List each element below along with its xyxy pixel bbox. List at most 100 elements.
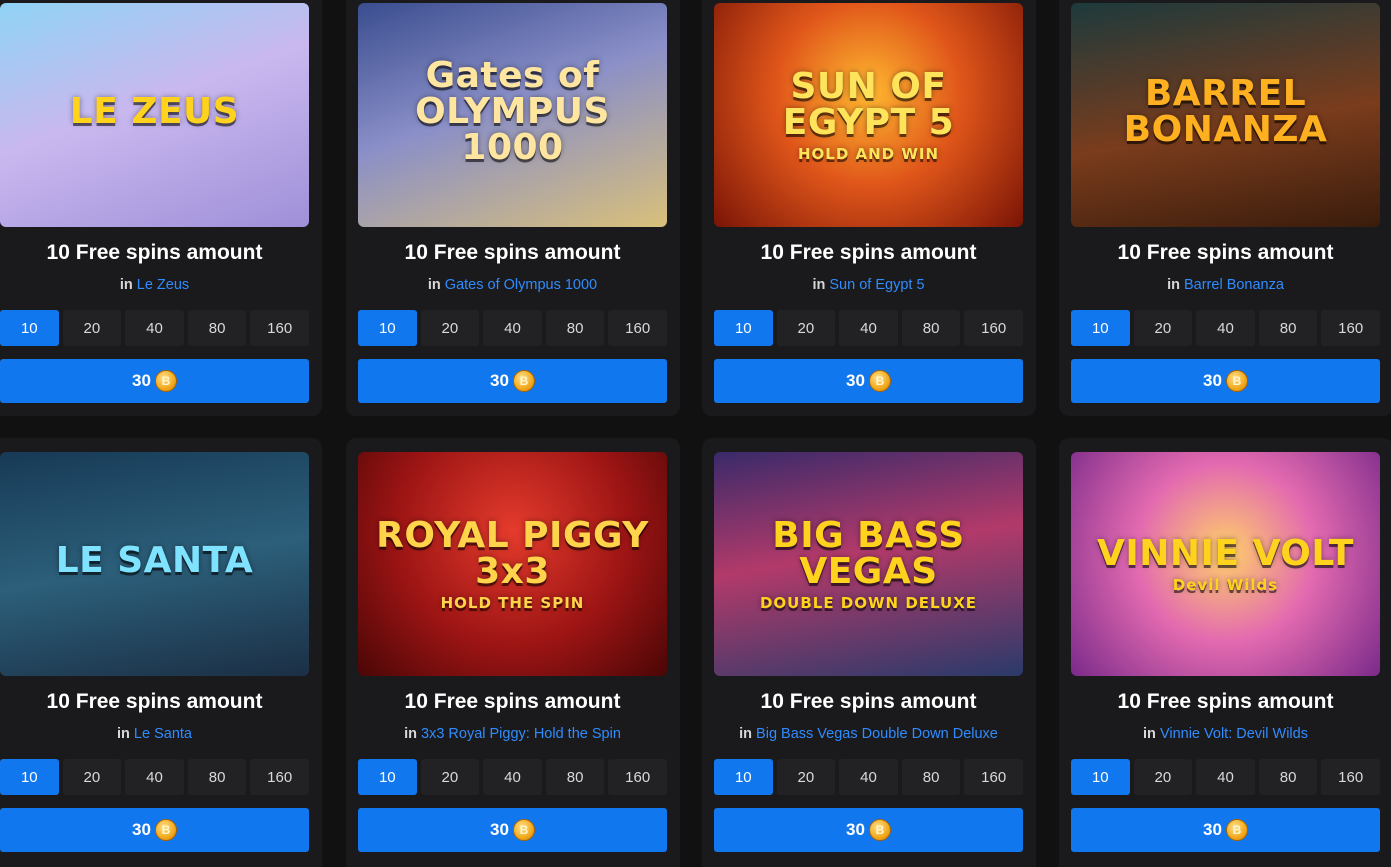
amount-option-20[interactable]: 20 (776, 310, 836, 346)
buy-button[interactable]: 30 B (358, 808, 667, 852)
free-spins-heading: 10 Free spins amount (404, 241, 621, 264)
amount-option-40[interactable]: 40 (839, 310, 898, 346)
amount-option-20[interactable]: 20 (1133, 759, 1193, 795)
game-thumbnail[interactable]: BARREL BONANZA (1071, 3, 1380, 227)
game-thumbnail[interactable]: LE ZEUS (0, 3, 309, 227)
game-link[interactable]: Vinnie Volt: Devil Wilds (1160, 726, 1308, 742)
amount-option-80[interactable]: 80 (545, 310, 605, 346)
spin-amount-selector: 10 20 40 80 160 (714, 310, 1023, 346)
coin-icon: B (1225, 819, 1248, 841)
amount-option-160[interactable]: 160 (250, 759, 309, 795)
buy-button[interactable]: 30 B (1071, 359, 1380, 403)
coin-icon: B (154, 370, 177, 392)
bonus-card: BARREL BONANZA 10 Free spins amount in B… (1059, 0, 1391, 416)
coin-icon: B (512, 819, 535, 841)
amount-option-80[interactable]: 80 (1258, 310, 1318, 346)
game-line: in Barrel Bonanza (1167, 277, 1284, 293)
game-logo-text: LE ZEUS (69, 91, 240, 132)
game-link[interactable]: Sun of Egypt 5 (829, 277, 924, 293)
price-label: 30 (490, 371, 509, 390)
free-spins-heading: 10 Free spins amount (760, 241, 977, 264)
amount-option-80[interactable]: 80 (1258, 759, 1318, 795)
game-thumbnail[interactable]: VINNIE VOLT Devil Wilds (1071, 452, 1380, 676)
amount-option-160[interactable]: 160 (608, 310, 667, 346)
game-thumbnail[interactable]: ROYAL PIGGY 3x3 HOLD THE SPIN (358, 452, 667, 676)
amount-option-160[interactable]: 160 (1321, 310, 1380, 346)
game-logo-text: SUN OF EGYPT 5 HOLD AND WIN (782, 65, 955, 163)
amount-option-40[interactable]: 40 (483, 759, 542, 795)
bonus-card: BIG BASS VEGAS DOUBLE DOWN DELUXE 10 Free… (702, 438, 1036, 867)
amount-option-160[interactable]: 160 (608, 759, 667, 795)
amount-option-80[interactable]: 80 (545, 759, 605, 795)
game-thumbnail[interactable]: Gates of OLYMPUS 1000 (358, 3, 667, 227)
amount-option-20[interactable]: 20 (776, 759, 836, 795)
game-link[interactable]: 3x3 Royal Piggy: Hold the Spin (421, 726, 621, 742)
price-label: 30 (1203, 371, 1222, 390)
buy-button[interactable]: 30 B (358, 359, 667, 403)
bonus-card: VINNIE VOLT Devil Wilds 10 Free spins amo… (1059, 438, 1391, 867)
spin-amount-selector: 10 20 40 80 160 (1071, 759, 1380, 795)
game-logo-text: ROYAL PIGGY 3x3 HOLD THE SPIN (376, 514, 649, 612)
price-label: 30 (846, 820, 865, 839)
amount-option-160[interactable]: 160 (964, 759, 1023, 795)
coin-icon: B (1225, 370, 1248, 392)
amount-option-40[interactable]: 40 (483, 310, 542, 346)
game-link[interactable]: Barrel Bonanza (1184, 277, 1284, 293)
coin-icon: B (868, 370, 891, 392)
amount-option-10[interactable]: 10 (0, 759, 59, 795)
game-thumbnail[interactable]: SUN OF EGYPT 5 HOLD AND WIN (714, 3, 1023, 227)
amount-option-80[interactable]: 80 (187, 310, 247, 346)
game-link[interactable]: Le Zeus (137, 277, 189, 293)
amount-option-40[interactable]: 40 (1196, 759, 1255, 795)
game-thumbnail[interactable]: LE SANTA (0, 452, 309, 676)
amount-option-160[interactable]: 160 (1321, 759, 1380, 795)
spin-amount-selector: 10 20 40 80 160 (1071, 310, 1380, 346)
bonus-card: ROYAL PIGGY 3x3 HOLD THE SPIN 10 Free spi… (346, 438, 680, 867)
bonus-card: SUN OF EGYPT 5 HOLD AND WIN 10 Free spins… (702, 0, 1036, 416)
buy-button[interactable]: 30 B (714, 808, 1023, 852)
amount-option-10[interactable]: 10 (1071, 759, 1130, 795)
amount-option-20[interactable]: 20 (62, 759, 122, 795)
coin-icon: B (512, 370, 535, 392)
buy-button[interactable]: 30 B (0, 808, 309, 852)
buy-button[interactable]: 30 B (0, 359, 309, 403)
amount-option-80[interactable]: 80 (901, 310, 961, 346)
amount-option-10[interactable]: 10 (0, 310, 59, 346)
amount-option-160[interactable]: 160 (964, 310, 1023, 346)
amount-option-160[interactable]: 160 (250, 310, 309, 346)
free-spins-heading: 10 Free spins amount (760, 690, 977, 713)
coin-icon: B (154, 819, 177, 841)
amount-option-80[interactable]: 80 (187, 759, 247, 795)
amount-option-40[interactable]: 40 (1196, 310, 1255, 346)
amount-option-80[interactable]: 80 (901, 759, 961, 795)
amount-option-20[interactable]: 20 (62, 310, 122, 346)
amount-option-20[interactable]: 20 (420, 759, 480, 795)
game-logo-text: BARREL BONANZA (1123, 73, 1328, 150)
amount-option-10[interactable]: 10 (358, 310, 417, 346)
spin-amount-selector: 10 20 40 80 160 (714, 759, 1023, 795)
spin-amount-selector: 10 20 40 80 160 (358, 310, 667, 346)
bonus-card: LE ZEUS 10 Free spins amount in Le Zeus … (0, 0, 322, 416)
game-thumbnail[interactable]: BIG BASS VEGAS DOUBLE DOWN DELUXE (714, 452, 1023, 676)
amount-option-40[interactable]: 40 (839, 759, 898, 795)
amount-option-40[interactable]: 40 (125, 759, 184, 795)
spin-amount-selector: 10 20 40 80 160 (0, 310, 309, 346)
amount-option-10[interactable]: 10 (714, 759, 773, 795)
coin-icon: B (868, 819, 891, 841)
amount-option-10[interactable]: 10 (1071, 310, 1130, 346)
game-logo-text: Gates of OLYMPUS 1000 (415, 55, 610, 168)
buy-button[interactable]: 30 B (714, 359, 1023, 403)
bonus-card: Gates of OLYMPUS 1000 10 Free spins amou… (346, 0, 680, 416)
buy-button[interactable]: 30 B (1071, 808, 1380, 852)
game-link[interactable]: Gates of Olympus 1000 (445, 277, 597, 293)
amount-option-10[interactable]: 10 (714, 310, 773, 346)
game-line: in Sun of Egypt 5 (812, 277, 925, 293)
amount-option-10[interactable]: 10 (358, 759, 417, 795)
amount-option-40[interactable]: 40 (125, 310, 184, 346)
game-logo-text: BIG BASS VEGAS DOUBLE DOWN DELUXE (759, 514, 978, 612)
amount-option-20[interactable]: 20 (420, 310, 480, 346)
amount-option-20[interactable]: 20 (1133, 310, 1193, 346)
game-link[interactable]: Le Santa (134, 726, 192, 742)
game-link[interactable]: Big Bass Vegas Double Down Deluxe (756, 726, 998, 742)
spin-amount-selector: 10 20 40 80 160 (358, 759, 667, 795)
